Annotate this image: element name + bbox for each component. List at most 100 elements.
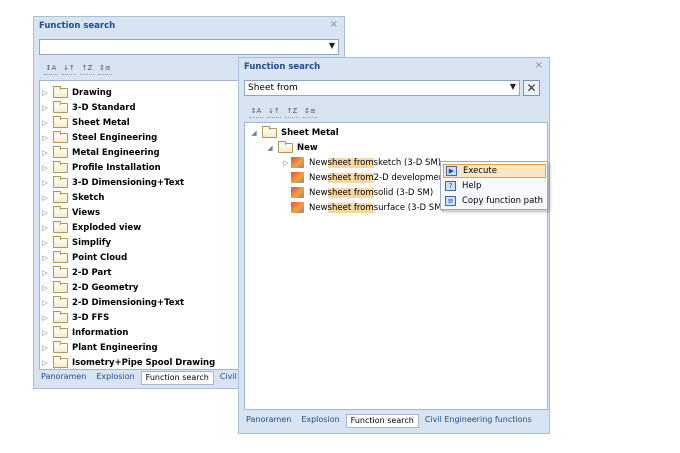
tree-item[interactable]: ▷ Plant Engineering bbox=[40, 340, 158, 355]
search-match-highlight: sheet from bbox=[327, 172, 374, 183]
tree-item[interactable]: ▷ 3-D FFS bbox=[40, 310, 109, 325]
expand-icon[interactable]: ▷ bbox=[281, 159, 291, 167]
expand-icon[interactable]: ▷ bbox=[40, 299, 50, 307]
tree-item[interactable]: ▷ 3-D Standard bbox=[40, 100, 136, 115]
sort-down-icon[interactable]: ↓↑ bbox=[267, 106, 281, 118]
tree-item[interactable]: ▷ Information bbox=[40, 325, 128, 340]
dropdown-arrow-icon[interactable]: ▼ bbox=[329, 41, 335, 50]
expand-icon[interactable]: ▷ bbox=[40, 209, 50, 217]
tab-panoramen[interactable]: Panoramen bbox=[37, 371, 90, 385]
expand-icon[interactable]: ▷ bbox=[40, 149, 50, 157]
panel-title-bar[interactable]: Function search × bbox=[34, 17, 344, 35]
tree-item-label: Point Cloud bbox=[72, 252, 128, 263]
tree-item-root[interactable]: ◢ Sheet Metal bbox=[249, 125, 339, 140]
tree-item[interactable]: ▷ 2-D Part bbox=[40, 265, 111, 280]
menu-item-execute[interactable]: ▶ Execute bbox=[443, 164, 546, 178]
tree-item[interactable]: ▷ Profile Installation bbox=[40, 160, 161, 175]
tab-panoramen[interactable]: Panoramen bbox=[242, 414, 295, 428]
sort-az-icon[interactable]: ↕A bbox=[249, 106, 263, 118]
sort-za-icon[interactable]: ↑Z bbox=[285, 106, 299, 118]
tree-item[interactable]: ▷ Point Cloud bbox=[40, 250, 127, 265]
function-item[interactable]: New sheet from solid (3-D SM) bbox=[291, 185, 433, 200]
expand-icon[interactable]: ▷ bbox=[40, 329, 50, 337]
menu-item-help[interactable]: ? Help bbox=[443, 179, 546, 193]
expand-icon[interactable]: ▷ bbox=[40, 239, 50, 247]
sheet-metal-function-icon bbox=[291, 187, 304, 198]
tree-item[interactable]: ▷ 2-D Dimensioning+Text bbox=[40, 295, 184, 310]
folder-icon bbox=[53, 115, 68, 128]
expand-icon[interactable]: ▷ bbox=[40, 224, 50, 232]
tree-item[interactable]: ▷ Simplify bbox=[40, 235, 111, 250]
function-label: sketch (3-D SM) bbox=[373, 157, 442, 168]
close-icon[interactable]: × bbox=[330, 19, 338, 30]
search-input-value[interactable]: Sheet from bbox=[248, 83, 298, 93]
expand-icon[interactable]: ▷ bbox=[40, 89, 50, 97]
search-combobox[interactable]: ▼ bbox=[39, 39, 339, 55]
tab-function-search[interactable]: Function search bbox=[345, 414, 419, 428]
search-match-highlight: sheet from bbox=[327, 157, 374, 168]
tab-function-search[interactable]: Function search bbox=[140, 371, 214, 385]
collapse-icon[interactable]: ◢ bbox=[249, 129, 259, 137]
sort-list-icon[interactable]: ↕≡ bbox=[303, 106, 317, 118]
tree-item[interactable]: ▷ Steel Engineering bbox=[40, 130, 157, 145]
tree-item[interactable]: ▷ Isometry+Pipe Spool Drawing bbox=[40, 355, 215, 370]
tree-item[interactable]: ▷ 3-D Dimensioning+Text bbox=[40, 175, 184, 190]
sort-list-icon[interactable]: ↕≡ bbox=[98, 63, 112, 75]
tree-item[interactable]: ▷ Views bbox=[40, 205, 100, 220]
folder-icon bbox=[53, 250, 68, 263]
expand-icon[interactable]: ▷ bbox=[40, 344, 50, 352]
expand-icon[interactable]: ▷ bbox=[40, 179, 50, 187]
function-item[interactable]: ▷ New sheet from sketch (3-D SM) bbox=[281, 155, 441, 170]
tree-item-label: Metal Engineering bbox=[72, 147, 160, 158]
expand-icon[interactable]: ▷ bbox=[40, 254, 50, 262]
expand-icon[interactable]: ▷ bbox=[40, 314, 50, 322]
panel-title-bar[interactable]: Function search × bbox=[239, 58, 549, 76]
expand-icon[interactable]: ▷ bbox=[40, 134, 50, 142]
expand-icon[interactable]: ▷ bbox=[40, 284, 50, 292]
sort-toolbar: ↕A ↓↑ ↑Z ↕≡ bbox=[249, 106, 317, 118]
function-item[interactable]: New sheet from 2-D development bbox=[291, 170, 447, 185]
tree-item[interactable]: ▷ Sheet Metal bbox=[40, 115, 130, 130]
tree-item[interactable]: ▷ 2-D Geometry bbox=[40, 280, 138, 295]
tree-item-label: Exploded view bbox=[72, 222, 142, 233]
function-label: New bbox=[309, 187, 328, 198]
tree-item[interactable]: ▷ Sketch bbox=[40, 190, 104, 205]
expand-icon[interactable]: ▷ bbox=[40, 164, 50, 172]
search-combobox[interactable]: Sheet from ▼ bbox=[244, 80, 520, 96]
sort-za-icon[interactable]: ↑Z bbox=[80, 63, 94, 75]
tree-item[interactable]: ▷ Exploded view bbox=[40, 220, 141, 235]
tab-civil-engineering-functions[interactable]: Civil Engineering functions bbox=[421, 414, 536, 428]
tab-explosion[interactable]: Explosion bbox=[92, 371, 138, 385]
menu-item-copy-function-path[interactable]: ≡ Copy function path bbox=[443, 194, 546, 208]
folder-icon bbox=[53, 265, 68, 278]
tree-item[interactable]: ▷ Metal Engineering bbox=[40, 145, 160, 160]
folder-icon bbox=[53, 235, 68, 248]
collapse-icon[interactable]: ◢ bbox=[265, 144, 275, 152]
function-label: solid (3-D SM) bbox=[373, 187, 434, 198]
tree-item[interactable]: ▷ Drawing bbox=[40, 85, 112, 100]
clear-search-button[interactable]: ✕ bbox=[523, 80, 540, 96]
folder-icon bbox=[262, 125, 277, 138]
menu-item-label: Copy function path bbox=[462, 196, 544, 206]
tree-item-label: Sheet Metal bbox=[281, 127, 339, 138]
tree-item-group[interactable]: ◢ New bbox=[265, 140, 318, 155]
expand-icon[interactable]: ▷ bbox=[40, 359, 50, 367]
sort-down-icon[interactable]: ↓↑ bbox=[62, 63, 76, 75]
context-menu: ▶ Execute ? Help ≡ Copy function path bbox=[440, 161, 548, 210]
panel-tab-bar: Panoramen Explosion Function search Civi… bbox=[242, 414, 536, 428]
dropdown-arrow-icon[interactable]: ▼ bbox=[510, 82, 516, 91]
expand-icon[interactable]: ▷ bbox=[40, 104, 50, 112]
folder-icon bbox=[53, 145, 68, 158]
expand-icon[interactable]: ▷ bbox=[40, 269, 50, 277]
expand-icon[interactable]: ▷ bbox=[40, 119, 50, 127]
panel-title: Function search bbox=[39, 21, 116, 31]
function-item[interactable]: New sheet from surface (3-D SM) bbox=[291, 200, 445, 215]
expand-icon[interactable]: ▷ bbox=[40, 194, 50, 202]
close-icon[interactable]: × bbox=[535, 60, 543, 71]
tree-item-label: Steel Engineering bbox=[72, 132, 158, 143]
sort-az-icon[interactable]: ↕A bbox=[44, 63, 58, 75]
folder-icon bbox=[53, 355, 68, 368]
tab-explosion[interactable]: Explosion bbox=[297, 414, 343, 428]
tree-item-label: 3-D FFS bbox=[72, 312, 110, 323]
folder-icon bbox=[53, 220, 68, 233]
